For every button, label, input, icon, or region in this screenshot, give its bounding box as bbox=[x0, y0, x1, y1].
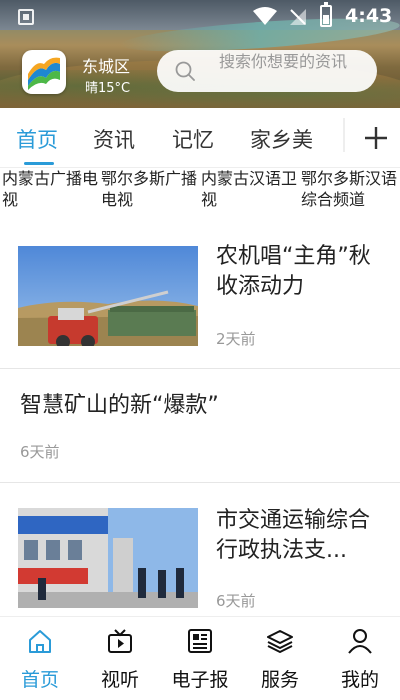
status-bar: 4:43 bbox=[0, 0, 400, 34]
list-divider bbox=[0, 482, 400, 483]
news-time: 2天前 bbox=[216, 330, 256, 348]
category-tabs: 首页 资讯 记忆 家乡美 bbox=[0, 108, 400, 168]
app-screen: 4:43 东城区 晴15°C 搜索你想要的资讯 首页 资讯 记忆 家乡美 内蒙古… bbox=[0, 0, 400, 700]
news-title: 市交通运输综合行政执法支... bbox=[216, 508, 371, 563]
nav-epaper[interactable]: 电子报 bbox=[160, 617, 240, 700]
channel-item[interactable]: 内蒙古汉语卫视 bbox=[201, 168, 299, 210]
nav-label: 我的 bbox=[340, 669, 379, 691]
search-placeholder: 搜索你想要的资讯 bbox=[219, 53, 348, 71]
tab-hometown[interactable]: 家乡美 bbox=[250, 124, 313, 154]
tab-home[interactable]: 首页 bbox=[16, 124, 58, 154]
logo-icon bbox=[28, 57, 60, 90]
status-time: 4:43 bbox=[345, 5, 393, 27]
app-logo[interactable] bbox=[22, 50, 66, 94]
news-title: 农机唱“主角”秋收添动力 bbox=[216, 244, 371, 299]
tab-memory[interactable]: 记忆 bbox=[172, 124, 214, 154]
search-icon bbox=[175, 61, 195, 81]
nav-label: 服务 bbox=[260, 669, 299, 691]
person-icon bbox=[348, 629, 372, 654]
nav-services[interactable]: 服务 bbox=[240, 617, 320, 700]
channel-item[interactable]: 内蒙古广播电视 bbox=[2, 168, 100, 210]
signal-icon bbox=[290, 9, 306, 25]
home-icon bbox=[29, 630, 51, 653]
nav-profile[interactable]: 我的 bbox=[320, 617, 400, 700]
layers-icon bbox=[267, 630, 293, 653]
channel-row: 内蒙古广播电视 鄂尔多斯广播电视 内蒙古汉语卫视 鄂尔多斯汉语综合频道 bbox=[0, 168, 400, 210]
search-bar[interactable]: 搜索你想要的资讯 bbox=[157, 50, 377, 92]
bottom-nav: 首页 视听 电子报 服务 我的 bbox=[0, 616, 400, 700]
nav-label: 视听 bbox=[100, 669, 139, 691]
street-event-photo-icon bbox=[18, 508, 198, 608]
news-item[interactable]: 智慧矿山的新“爆款” 6天前 bbox=[0, 369, 400, 482]
nav-label: 首页 bbox=[20, 669, 59, 691]
nav-home[interactable]: 首页 bbox=[0, 617, 80, 700]
video-icon bbox=[108, 629, 132, 653]
channel-item[interactable]: 鄂尔多斯汉语综合频道 bbox=[301, 168, 399, 210]
weather-label: 晴15°C bbox=[85, 81, 131, 96]
news-thumbnail bbox=[18, 508, 198, 608]
news-item[interactable]: 农机唱“主角”秋收添动力 2天前 bbox=[0, 228, 400, 368]
harvester-photo-icon bbox=[18, 246, 198, 346]
location-label[interactable]: 东城区 bbox=[82, 53, 130, 77]
add-tab-icon[interactable] bbox=[350, 110, 400, 160]
news-item[interactable]: 市交通运输综合行政执法支... 6天前 bbox=[0, 490, 400, 616]
tab-news[interactable]: 资讯 bbox=[93, 124, 135, 154]
battery-icon bbox=[320, 2, 332, 27]
channel-item[interactable]: 鄂尔多斯广播电视 bbox=[101, 168, 199, 210]
news-title: 智慧矿山的新“爆款” bbox=[20, 393, 219, 418]
nav-video[interactable]: 视听 bbox=[80, 617, 160, 700]
wifi-icon bbox=[253, 7, 277, 25]
notification-icon bbox=[18, 9, 34, 25]
active-tab-indicator bbox=[24, 162, 54, 165]
news-time: 6天前 bbox=[20, 443, 60, 461]
nav-label: 电子报 bbox=[171, 669, 229, 691]
tab-divider bbox=[343, 118, 345, 152]
newspaper-icon bbox=[188, 629, 212, 653]
news-thumbnail bbox=[18, 246, 198, 346]
news-time: 6天前 bbox=[216, 592, 256, 610]
